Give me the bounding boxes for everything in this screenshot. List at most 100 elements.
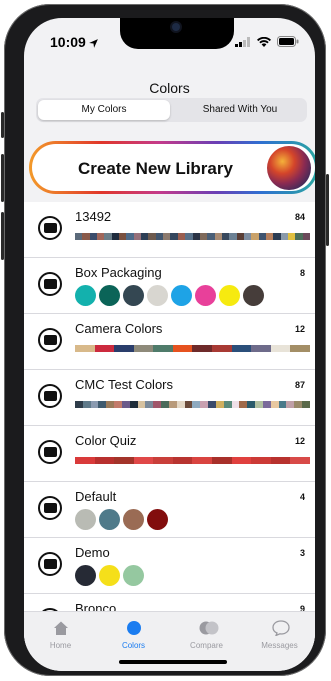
tab-colors[interactable]: Colors [97, 620, 170, 650]
color-swatch [75, 233, 83, 240]
tab-messages[interactable]: Messages [243, 620, 315, 650]
library-row[interactable]: CMC Test Colors 87 [24, 370, 315, 426]
library-name: Camera Colors [75, 321, 163, 336]
color-swatch [290, 457, 310, 464]
color-swatch [147, 285, 168, 306]
color-swatch [114, 457, 134, 464]
color-swatch [153, 345, 173, 352]
color-swatch [153, 457, 173, 464]
color-swatch [286, 401, 295, 408]
signal-icon [235, 36, 250, 47]
color-swatch [239, 401, 248, 408]
color-swatch [137, 401, 146, 408]
color-swatch-strip [75, 457, 310, 464]
color-swatch [176, 401, 185, 408]
page-title: Colors [149, 80, 190, 96]
app-screen: 10:09 Colors My Colors Shared With You C… [24, 18, 315, 671]
library-count: 8 [299, 268, 305, 278]
color-swatch [133, 457, 154, 464]
color-swatch [82, 401, 91, 408]
color-swatch [192, 345, 213, 352]
color-swatch [123, 285, 144, 306]
color-swatch [177, 233, 186, 240]
folder-icon [38, 328, 62, 352]
color-swatch [247, 401, 256, 408]
color-swatch [223, 401, 232, 408]
create-new-library-button[interactable]: Create New Library [29, 141, 315, 194]
library-row[interactable]: Box Packaging 8 [24, 258, 315, 314]
color-swatch [145, 401, 154, 408]
color-swatch [287, 233, 296, 240]
library-row[interactable]: 13492 84 [24, 202, 315, 258]
color-swatch [94, 457, 115, 464]
color-swatch [148, 233, 156, 240]
folder-icon [38, 384, 62, 408]
color-swatch [231, 401, 240, 408]
folder-icon [38, 496, 62, 520]
folder-icon [38, 552, 62, 576]
tab-compare[interactable]: Compare [170, 620, 243, 650]
mute-switch [1, 112, 4, 138]
color-swatch [200, 401, 209, 408]
color-swatch-dots [75, 565, 144, 586]
color-swatch [243, 233, 252, 240]
color-swatch [75, 565, 96, 586]
home-indicator [119, 660, 227, 664]
color-swatch [192, 233, 200, 240]
color-swatch [219, 285, 240, 306]
library-count: 87 [294, 380, 305, 390]
color-swatch [192, 457, 213, 464]
wifi-icon [257, 36, 271, 47]
color-swatch [168, 401, 177, 408]
colors-icon [126, 620, 142, 636]
color-swatch [119, 233, 127, 240]
color-swatch [126, 233, 134, 240]
tab-messages-label: Messages [261, 641, 298, 650]
color-swatch [221, 233, 230, 240]
color-swatch [163, 233, 171, 240]
color-swatch [89, 233, 98, 240]
tab-compare-label: Compare [190, 641, 223, 650]
color-swatch [114, 345, 134, 352]
status-icons [235, 36, 299, 47]
color-swatch [258, 233, 266, 240]
color-swatch [270, 345, 291, 352]
color-swatch [255, 401, 263, 408]
tab-home[interactable]: Home [24, 620, 97, 650]
color-swatch [302, 401, 310, 408]
color-swatch [98, 401, 107, 408]
library-name: 13492 [75, 209, 112, 224]
color-swatch [270, 457, 291, 464]
tab-shared-with-you[interactable]: Shared With You [175, 100, 305, 120]
color-swatch [97, 233, 105, 240]
color-swatch [231, 345, 252, 352]
color-swatch [262, 401, 271, 408]
library-count: 3 [299, 548, 305, 558]
color-swatch-strip [75, 345, 310, 352]
library-row[interactable]: Camera Colors 12 [24, 314, 315, 370]
volume-down-button [1, 212, 4, 260]
battery-icon [277, 36, 299, 47]
color-swatch [99, 565, 120, 586]
color-swatch [236, 233, 244, 240]
color-swatch [184, 401, 193, 408]
library-list: 13492 84 Box Packaging 8 Camera Colors 12 CMC … [24, 202, 315, 650]
color-swatch [106, 401, 115, 408]
color-swatch-strip [75, 401, 310, 408]
color-swatch [172, 457, 193, 464]
library-name: Color Quiz [75, 433, 137, 448]
library-row[interactable]: Demo 3 [24, 538, 315, 594]
power-button [326, 174, 329, 246]
color-swatch [280, 233, 288, 240]
color-swatch [75, 401, 83, 408]
color-swatch [114, 401, 122, 408]
tab-my-colors[interactable]: My Colors [38, 100, 170, 120]
library-name: CMC Test Colors [75, 377, 174, 392]
color-swatch [170, 233, 178, 240]
library-row[interactable]: Color Quiz 12 [24, 426, 315, 482]
color-swatch [207, 233, 215, 240]
color-swatch [155, 233, 164, 240]
library-row[interactable]: Default 4 [24, 482, 315, 538]
create-new-library-label: Create New Library [78, 159, 233, 178]
color-swatch [104, 233, 112, 240]
